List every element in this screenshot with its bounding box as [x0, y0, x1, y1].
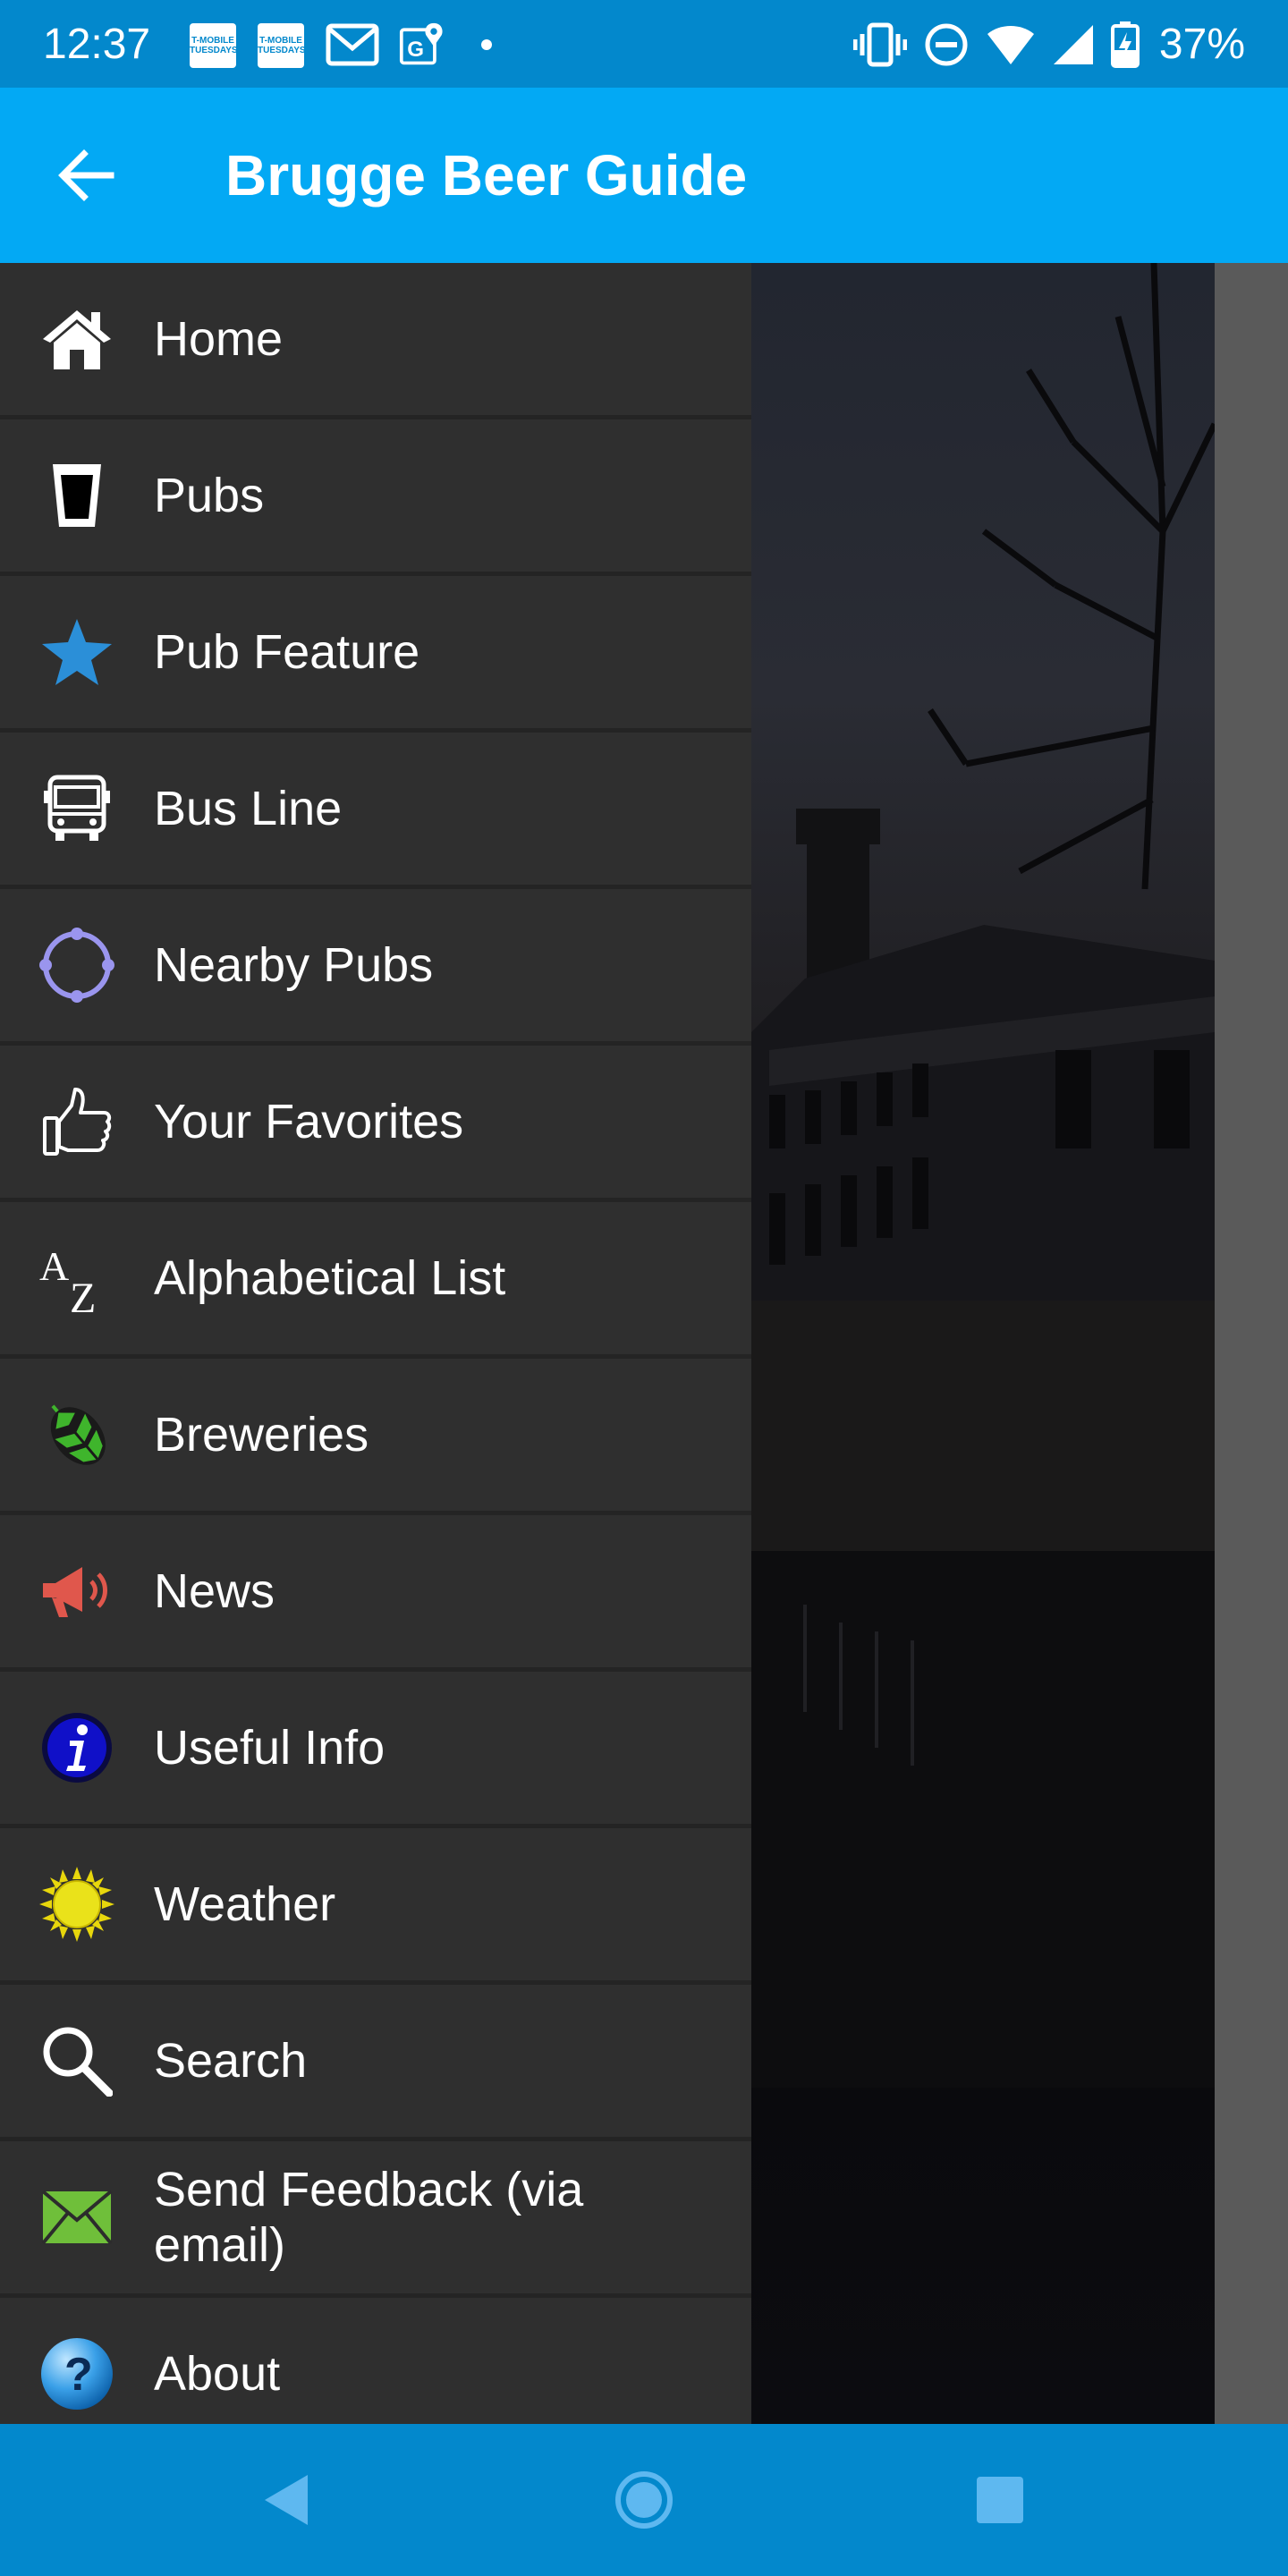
- battery-percent: 37%: [1158, 21, 1245, 68]
- envelope-icon: [38, 2178, 116, 2257]
- nav-item-news[interactable]: News: [0, 1515, 751, 1672]
- battery-charging-icon: [1110, 21, 1140, 68]
- thumbs-up-icon: [38, 1082, 116, 1161]
- status-icons: 37%: [852, 20, 1245, 70]
- search-icon: [38, 2021, 116, 2100]
- nav-label-your-favorites: Your Favorites: [154, 1095, 464, 1148]
- nav-label-nearby-pubs: Nearby Pubs: [154, 938, 434, 992]
- arrow-back-icon: [58, 149, 114, 201]
- nav-item-bus-line[interactable]: Bus Line: [0, 733, 751, 889]
- svg-text:G: G: [407, 38, 424, 62]
- system-navigation-bar: [0, 2424, 1288, 2576]
- crosshair-icon: [38, 926, 116, 1004]
- back-button[interactable]: [50, 143, 122, 208]
- svg-text:Z: Z: [70, 1275, 96, 1314]
- nav-item-alphabetical-list[interactable]: A Z Alphabetical List: [0, 1202, 751, 1359]
- nav-item-nearby-pubs[interactable]: Nearby Pubs: [0, 889, 751, 1046]
- nav-item-search[interactable]: Search: [0, 1985, 751, 2141]
- nav-item-useful-info[interactable]: Useful Info: [0, 1672, 751, 1828]
- megaphone-icon: [38, 1552, 116, 1631]
- star-icon: [38, 613, 116, 691]
- nav-item-send-feedback[interactable]: Send Feedback (via email): [0, 2141, 751, 2298]
- nav-item-pub-feature[interactable]: Pub Feature: [0, 576, 751, 733]
- square-recents-icon: [977, 2477, 1023, 2523]
- nav-label-useful-info: Useful Info: [154, 1721, 386, 1775]
- nav-label-pub-feature: Pub Feature: [154, 625, 420, 679]
- circle-home-icon: [615, 2471, 673, 2529]
- nav-label-search: Search: [154, 2034, 308, 2088]
- help-icon: ?: [38, 2334, 116, 2413]
- info-icon: [38, 1708, 116, 1787]
- nav-label-weather: Weather: [154, 1877, 336, 1931]
- nav-item-pubs[interactable]: Pubs: [0, 419, 751, 576]
- gmail-icon: [326, 23, 379, 66]
- nav-home-button[interactable]: [614, 2470, 674, 2529]
- bus-icon: [38, 769, 116, 848]
- sun-icon: [38, 1865, 116, 1944]
- navigation-drawer: Home Pubs Pub Feature Bus Line Nearby Pu…: [0, 263, 751, 2424]
- beer-glass-icon: [38, 456, 116, 535]
- nav-item-weather[interactable]: Weather: [0, 1828, 751, 1985]
- nav-label-news: News: [154, 1564, 275, 1618]
- content-edge: [1215, 263, 1288, 2424]
- more-notifications-dot: [481, 39, 492, 50]
- cell-signal-icon: [1053, 25, 1093, 64]
- status-time: 12:37: [43, 21, 151, 68]
- status-bar: 12:37 T-MOBILE TUESDAYS T-MOBILE TUESDAYS …: [0, 0, 1288, 88]
- nav-label-about: About: [154, 2347, 281, 2401]
- nav-recents-button[interactable]: [975, 2475, 1025, 2525]
- app-bar: Brugge Beer Guide: [0, 88, 1288, 263]
- tmobile-tuesdays-icon: T-MOBILE TUESDAYS: [190, 23, 238, 68]
- nav-label-pubs: Pubs: [154, 469, 265, 522]
- nav-label-bus-line: Bus Line: [154, 782, 343, 835]
- vibrate-icon: [852, 22, 907, 67]
- triangle-back-icon: [265, 2475, 308, 2525]
- maps-icon: G: [399, 22, 443, 65]
- wifi-icon: [987, 26, 1034, 64]
- nav-back-button[interactable]: [261, 2471, 311, 2529]
- svg-text:A: A: [39, 1243, 69, 1289]
- page-title: Brugge Beer Guide: [225, 143, 748, 208]
- a-z-icon: A Z: [38, 1239, 116, 1318]
- do-not-disturb-icon: [925, 23, 968, 66]
- nav-item-your-favorites[interactable]: Your Favorites: [0, 1046, 751, 1202]
- nav-item-home[interactable]: Home: [0, 263, 751, 419]
- nav-label-send-feedback: Send Feedback (via email): [154, 2163, 584, 2272]
- tmobile-tuesdays-icon-2: T-MOBILE TUESDAYS: [258, 23, 306, 68]
- nav-label-home: Home: [154, 312, 284, 366]
- nav-item-about[interactable]: ? About: [0, 2298, 751, 2424]
- nav-label-breweries: Breweries: [154, 1408, 369, 1462]
- nav-label-alphabetical-list: Alphabetical List: [154, 1251, 506, 1305]
- hop-icon: [38, 1395, 116, 1474]
- nav-item-breweries[interactable]: Breweries: [0, 1359, 751, 1515]
- svg-text:?: ?: [64, 2349, 93, 2401]
- home-icon: [38, 300, 116, 378]
